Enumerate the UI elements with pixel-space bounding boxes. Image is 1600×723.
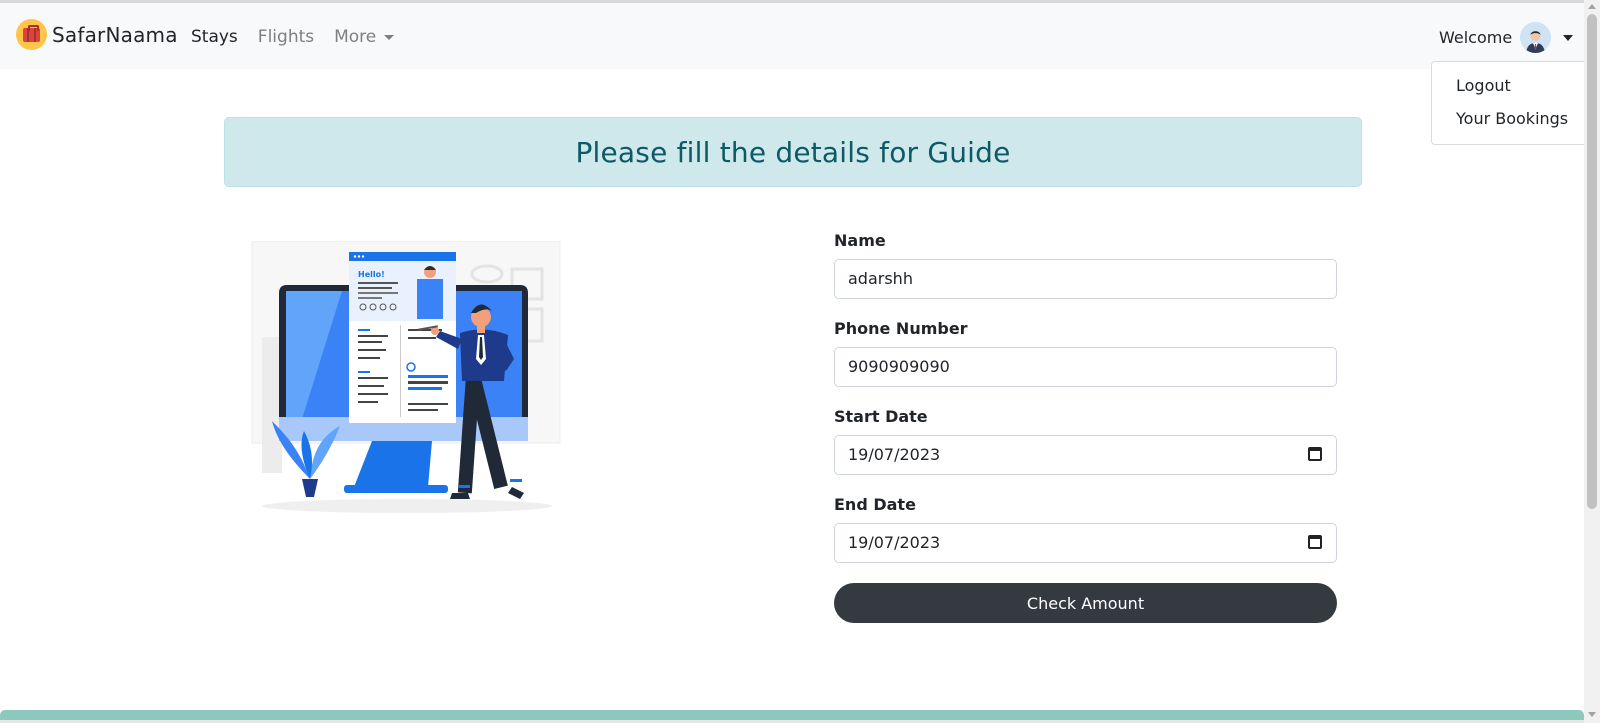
scroll-down-icon[interactable] [1588, 712, 1596, 717]
name-field[interactable]: adarshh [834, 259, 1337, 299]
end-date-value: 19/07/2023 [848, 533, 941, 552]
scroll-up-icon[interactable] [1588, 4, 1596, 9]
nav-item-stays[interactable]: Stays [191, 27, 238, 47]
footer-bar [0, 710, 1584, 720]
start-date-label: Start Date [834, 407, 928, 426]
brand[interactable]: SafarNaama [16, 19, 178, 50]
navbar: SafarNaama Stays Flights More Welcome [0, 3, 1584, 69]
illustration-greeting: Hello! [358, 270, 385, 279]
user-dropdown-menu: Logout Your Bookings [1431, 61, 1591, 145]
nav-links: Stays Flights More [191, 27, 414, 47]
menu-item-your-bookings[interactable]: Your Bookings [1432, 108, 1590, 141]
start-date-field[interactable]: 19/07/2023 [834, 435, 1337, 475]
vertical-scrollbar[interactable] [1584, 0, 1600, 723]
brand-name: SafarNaama [52, 22, 178, 47]
phone-value: 9090909090 [848, 357, 950, 376]
suitcase-icon [16, 19, 47, 50]
page-title-banner: Please fill the details for Guide [224, 117, 1362, 187]
menu-item-logout[interactable]: Logout [1432, 75, 1590, 108]
avatar [1520, 22, 1552, 53]
nav-item-flights[interactable]: Flights [258, 27, 314, 47]
name-value: adarshh [848, 269, 913, 288]
end-date-field[interactable]: 19/07/2023 [834, 523, 1337, 563]
chevron-down-icon [384, 34, 395, 40]
phone-field[interactable]: 9090909090 [834, 347, 1337, 387]
phone-label: Phone Number [834, 319, 968, 338]
end-date-label: End Date [834, 495, 916, 514]
calendar-icon[interactable] [1308, 447, 1322, 461]
nav-item-more[interactable]: More [334, 27, 395, 47]
guide-booking-form: Name adarshh Phone Number 9090909090 Sta… [834, 231, 1337, 623]
check-amount-button[interactable]: Check Amount [834, 583, 1337, 623]
scroll-thumb[interactable] [1587, 14, 1597, 509]
start-date-value: 19/07/2023 [848, 445, 941, 464]
guide-illustration: Hello! [222, 240, 592, 519]
user-menu-toggle[interactable]: Welcome [1439, 22, 1574, 53]
chevron-down-icon [1563, 34, 1574, 41]
welcome-label: Welcome [1439, 28, 1513, 47]
calendar-icon[interactable] [1308, 535, 1322, 549]
nav-item-more-label: More [334, 27, 377, 47]
name-label: Name [834, 231, 886, 250]
page-title: Please fill the details for Guide [575, 135, 1011, 169]
